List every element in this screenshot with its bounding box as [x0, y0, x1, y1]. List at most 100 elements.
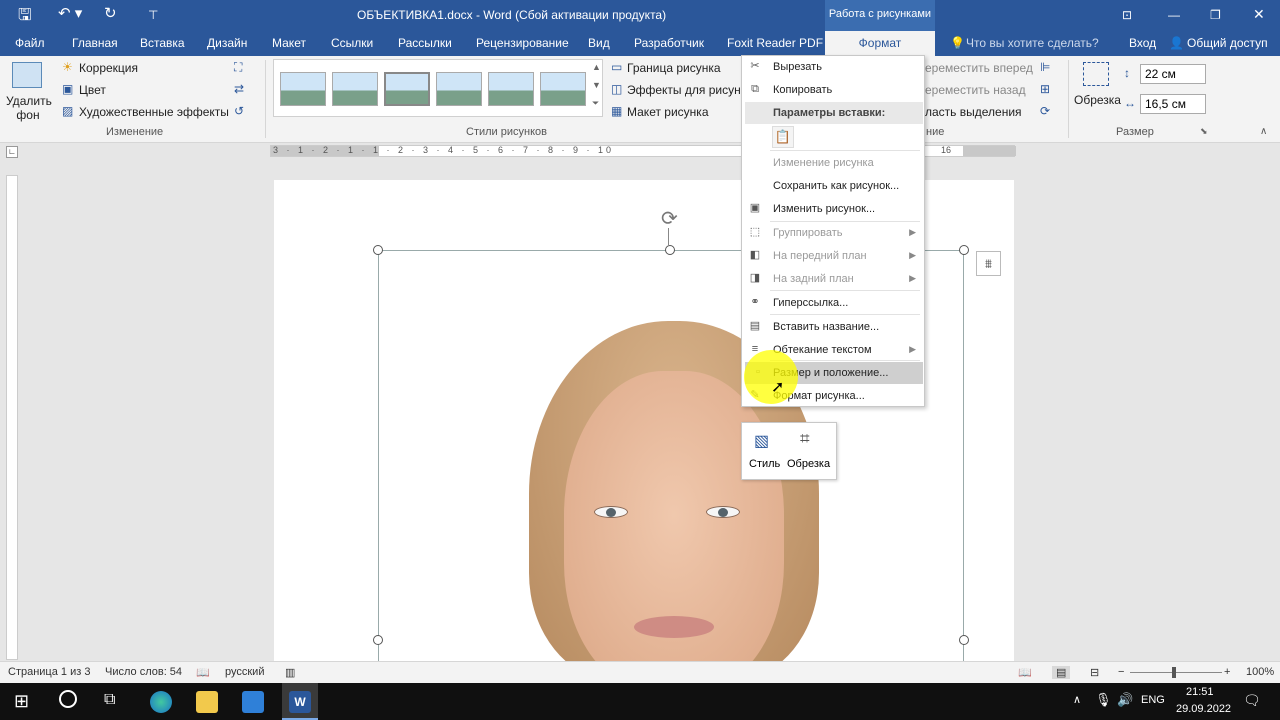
layout-options-icon[interactable]: ⩩ — [976, 251, 1001, 276]
taskbar-word-active[interactable]: W — [282, 683, 318, 720]
gallery-more-icon[interactable]: ⏷ — [592, 98, 599, 109]
height-input[interactable]: 22 см — [1140, 64, 1206, 84]
border-button[interactable]: Граница рисунка — [627, 61, 721, 75]
remove-background-icon[interactable] — [12, 62, 42, 88]
change-picture-ribbon-icon[interactable]: ⇄ — [234, 82, 244, 96]
customize-qat-icon[interactable]: ⊤ — [148, 8, 158, 22]
size-dialog-launcher-icon[interactable]: ⬊ — [1200, 126, 1208, 137]
word-count[interactable]: Число слов: 54 — [105, 666, 182, 678]
share-button[interactable]: Общий доступ — [1187, 36, 1268, 50]
clock-date[interactable]: 29.09.2022 — [1176, 703, 1231, 715]
microphone-icon[interactable]: 🎙 — [1095, 692, 1112, 708]
tab-foxit[interactable]: Foxit Reader PDF — [727, 36, 823, 50]
group-objects-icon[interactable]: ⊞ — [1040, 82, 1050, 96]
style-thumb[interactable] — [280, 72, 326, 106]
undo-icon[interactable]: ↶ ▾ — [58, 4, 82, 22]
menu-item-7[interactable]: ◧ На передний план ▶ — [742, 245, 924, 267]
tell-me-input[interactable]: Что вы хотите сделать? — [966, 36, 1099, 50]
send-backward-button[interactable]: ереместить назад — [925, 83, 1026, 97]
rotate-handle-icon[interactable]: ⟳ — [661, 206, 678, 231]
tray-overflow-icon[interactable]: ∧ — [1073, 693, 1081, 706]
zoom-out-icon[interactable]: − — [1118, 666, 1124, 678]
page-counter[interactable]: Страница 1 из 3 — [8, 666, 90, 678]
style-icon[interactable]: ▧ — [754, 431, 769, 451]
language-indicator[interactable]: русский — [225, 666, 264, 678]
width-input[interactable]: 16,5 см — [1140, 94, 1206, 114]
mini-crop-button[interactable]: Обрезка — [787, 458, 830, 470]
resize-handle[interactable] — [959, 635, 969, 645]
print-layout-icon[interactable]: ▤ — [1052, 666, 1071, 679]
zoom-slider-thumb[interactable] — [1172, 667, 1176, 678]
file-explorer-icon[interactable] — [196, 691, 218, 713]
proofing-icon[interactable]: 📖 — [196, 666, 210, 679]
resize-handle[interactable] — [959, 245, 969, 255]
macro-icon[interactable]: ▥ — [285, 666, 295, 679]
tab-design[interactable]: Дизайн — [207, 36, 247, 50]
tab-selector-icon[interactable]: ∟ — [6, 146, 18, 158]
edge-icon[interactable] — [150, 691, 172, 713]
resize-handle[interactable] — [373, 635, 383, 645]
tab-mailings[interactable]: Рассылки — [398, 36, 452, 50]
style-thumb[interactable] — [540, 72, 586, 106]
crop-button[interactable]: Обрезка — [1074, 93, 1121, 107]
style-thumb[interactable] — [488, 72, 534, 106]
tab-references[interactable]: Ссылки — [331, 36, 373, 50]
gallery-scroll-up-icon[interactable]: ▲ — [592, 62, 601, 72]
windows-start-icon[interactable]: ⊞ — [14, 691, 29, 712]
menu-item-4[interactable]: Сохранить как рисунок... — [742, 175, 924, 197]
minimize-icon[interactable]: — — [1168, 8, 1180, 22]
tab-review[interactable]: Рецензирование — [476, 36, 569, 50]
redo-icon[interactable]: ↻ — [104, 4, 117, 22]
task-view-icon[interactable]: ⧉ — [104, 691, 115, 709]
tab-home[interactable]: Главная — [72, 36, 118, 50]
paste-option-icon[interactable]: 📋 — [772, 126, 794, 148]
volume-icon[interactable]: 🔊 — [1117, 692, 1133, 708]
store-icon[interactable] — [242, 691, 264, 713]
menu-item-10[interactable]: ▤ Вставить название... — [742, 316, 924, 338]
read-mode-icon[interactable]: 📖 — [1018, 666, 1032, 679]
restore-icon[interactable]: ❐ — [1210, 8, 1221, 22]
align-icon[interactable]: ⊫ — [1040, 60, 1050, 74]
bring-forward-button[interactable]: ереместить вперед — [925, 61, 1033, 75]
mini-style-button[interactable]: Стиль — [749, 458, 780, 470]
zoom-slider[interactable] — [1130, 672, 1222, 673]
art-effects-button[interactable]: Художественные эффекты — [79, 105, 229, 119]
menu-item-6[interactable]: ⬚ Группировать ▶ — [742, 222, 924, 244]
zoom-in-icon[interactable]: + — [1224, 666, 1230, 678]
reset-picture-icon[interactable]: ↺ — [234, 104, 244, 118]
tab-layout[interactable]: Макет — [272, 36, 306, 50]
menu-item-8[interactable]: ◨ На задний план ▶ — [742, 268, 924, 290]
web-layout-icon[interactable]: ⊟ — [1090, 666, 1099, 679]
ribbon-display-icon[interactable]: ⊡ — [1122, 8, 1132, 22]
compress-icon[interactable]: ⛶ — [234, 60, 242, 75]
close-icon[interactable]: ✕ — [1253, 6, 1265, 23]
resize-handle[interactable] — [373, 245, 383, 255]
effects-button[interactable]: Эффекты для рисунка — [627, 83, 753, 97]
tab-file[interactable]: Файл — [15, 36, 45, 50]
remove-background-button[interactable]: Удалить фон — [6, 94, 52, 122]
menu-item-5[interactable]: ▣ Изменить рисунок... — [742, 198, 924, 220]
notifications-icon[interactable]: 🗨 — [1243, 692, 1261, 709]
menu-item-3[interactable]: Изменение рисунка — [742, 152, 924, 174]
resize-handle[interactable] — [665, 245, 675, 255]
language-tray[interactable]: ENG — [1141, 694, 1165, 706]
clock-time[interactable]: 21:51 — [1186, 686, 1214, 698]
zoom-level[interactable]: 100% — [1246, 666, 1274, 678]
tab-format[interactable]: Формат — [825, 31, 935, 56]
style-thumb[interactable] — [436, 72, 482, 106]
tab-insert[interactable]: Вставка — [140, 36, 185, 50]
gallery-scroll-down-icon[interactable]: ▼ — [592, 80, 601, 90]
style-thumb[interactable] — [384, 72, 430, 106]
signin-link[interactable]: Вход — [1129, 36, 1156, 50]
tab-developer[interactable]: Разработчик — [634, 36, 704, 50]
menu-item-0[interactable]: ✂ Вырезать — [742, 56, 924, 78]
selection-pane-button[interactable]: ласть выделения — [925, 105, 1022, 119]
mini-crop-icon[interactable]: ⌗ — [800, 429, 810, 449]
collapse-ribbon-icon[interactable]: ∧ — [1260, 126, 1267, 137]
layout-button[interactable]: Макет рисунка — [627, 105, 709, 119]
menu-item-1[interactable]: ⧉ Копировать — [742, 79, 924, 101]
rotate-icon[interactable]: ⟳ — [1040, 104, 1050, 118]
correction-button[interactable]: Коррекция — [79, 61, 138, 75]
tab-view[interactable]: Вид — [588, 36, 610, 50]
crop-icon[interactable] — [1083, 62, 1109, 86]
